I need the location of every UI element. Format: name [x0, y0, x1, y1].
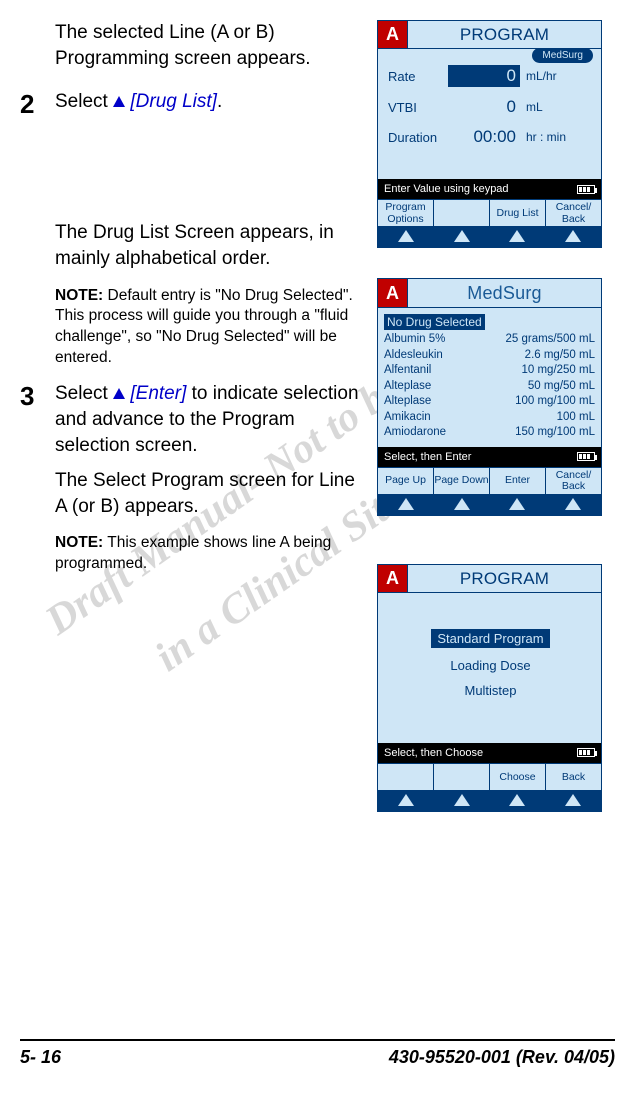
triangle-up-icon[interactable] [565, 230, 581, 242]
program-standard[interactable]: Standard Program [431, 629, 549, 648]
drug-list-reference: [Drug List] [130, 91, 217, 112]
triangle-up-icon[interactable] [565, 498, 581, 510]
step-number: 3 [20, 381, 45, 458]
instruction-text-column: The selected Line (A or B) Programming s… [20, 20, 365, 812]
note-default-entry: NOTE: Default entry is "No Drug Selected… [55, 286, 365, 370]
step2-text-pre: Select [55, 91, 113, 112]
triangle-up-icon[interactable] [454, 794, 470, 806]
softkey-program-options[interactable]: Program Options [378, 200, 434, 226]
triangle-up-icon[interactable] [454, 498, 470, 510]
drug-row[interactable]: Albumin 5%25 grams/500 mL [384, 332, 595, 348]
prompt-text: Enter Value using keypad [384, 183, 509, 195]
drug-row[interactable]: Aldesleukin2.6 mg/50 mL [384, 348, 595, 364]
softkey-page-up[interactable]: Page Up [378, 468, 434, 494]
duration-label: Duration [388, 130, 448, 145]
softkey-blank[interactable] [434, 764, 490, 790]
triangle-up-icon[interactable] [398, 794, 414, 806]
enter-reference: [Enter] [130, 383, 186, 404]
triangle-icon [113, 96, 125, 107]
prompt-text: Select, then Enter [384, 451, 471, 463]
softkey-arrow-row [378, 494, 601, 515]
step2-text-post: . [217, 91, 222, 112]
softkey-blank[interactable] [434, 200, 490, 226]
battery-icon [577, 185, 595, 194]
softkey-arrow-row [378, 226, 601, 247]
softkey-blank[interactable] [378, 764, 434, 790]
softkey-cancel-back[interactable]: Cancel/ Back [546, 468, 601, 494]
vtbi-label: VTBI [388, 100, 448, 115]
step-3: 3 Select [Enter] to indicate selection a… [20, 381, 365, 458]
paragraph-druglist-appears: The Drug List Screen appears, in mainly … [55, 220, 365, 271]
triangle-up-icon[interactable] [398, 498, 414, 510]
paragraph-line-appears: The selected Line (A or B) Programming s… [55, 20, 365, 71]
rate-value[interactable]: 0 [448, 65, 520, 87]
triangle-up-icon[interactable] [509, 498, 525, 510]
duration-row: Duration 00:00 hr : min [388, 127, 593, 147]
page-footer: 5- 16 430-95520-001 (Rev. 04/05) [20, 1039, 615, 1068]
screen-drug-list: A MedSurg No Drug Selected Albumin 5%25 … [377, 278, 602, 516]
triangle-up-icon[interactable] [454, 230, 470, 242]
triangle-up-icon[interactable] [398, 230, 414, 242]
prompt-bar: Select, then Enter [378, 447, 601, 467]
rate-unit: mL/hr [526, 69, 557, 83]
triangle-up-icon[interactable] [509, 230, 525, 242]
battery-icon [577, 748, 595, 757]
softkey-enter[interactable]: Enter [490, 468, 546, 494]
drug-row[interactable]: Amiodarone150 mg/100 mL [384, 425, 595, 441]
battery-icon [577, 452, 595, 461]
triangle-up-icon[interactable] [565, 794, 581, 806]
softkey-page-down[interactable]: Page Down [434, 468, 490, 494]
rate-label: Rate [388, 69, 448, 84]
page-number: 5- 16 [20, 1047, 61, 1068]
softkey-cancel-back[interactable]: Cancel/ Back [546, 200, 601, 226]
drug-row[interactable]: Amikacin100 mL [384, 410, 595, 426]
medsurg-tag: MedSurg [532, 48, 593, 63]
duration-unit: hr : min [526, 130, 566, 144]
line-indicator: A [378, 21, 408, 48]
step3-text-pre: Select [55, 383, 113, 404]
step-number: 2 [20, 89, 45, 120]
note-label: NOTE: [55, 287, 103, 304]
note-line-a-example: NOTE: This example shows line A being pr… [55, 533, 365, 575]
screen-title: MedSurg [408, 279, 601, 307]
triangle-up-icon[interactable] [509, 794, 525, 806]
prompt-bar: Select, then Choose [378, 743, 601, 763]
drug-row[interactable]: Alteplase50 mg/50 mL [384, 379, 595, 395]
line-indicator: A [378, 565, 408, 592]
triangle-icon [113, 388, 125, 399]
softkey-drug-list[interactable]: Drug List [490, 200, 546, 226]
drug-row[interactable]: Alteplase100 mg/100 mL [384, 394, 595, 410]
vtbi-unit: mL [526, 100, 543, 114]
softkey-choose[interactable]: Choose [490, 764, 546, 790]
step-2: 2 Select [Drug List]. [20, 89, 365, 120]
duration-value[interactable]: 00:00 [448, 127, 520, 147]
screen-title: PROGRAM [408, 565, 601, 592]
program-multistep[interactable]: Multistep [464, 683, 516, 698]
vtbi-row: VTBI 0 mL [388, 97, 593, 117]
screen-select-program: A PROGRAM Standard Program Loading Dose … [377, 564, 602, 812]
program-list: Standard Program Loading Dose Multistep [388, 629, 593, 698]
program-loading-dose[interactable]: Loading Dose [450, 658, 530, 673]
rate-row: Rate 0 mL/hr [388, 65, 593, 87]
line-indicator: A [378, 279, 408, 307]
paragraph-select-program: The Select Program screen for Line A (or… [55, 468, 365, 519]
vtbi-value[interactable]: 0 [448, 97, 520, 117]
document-id: 430-95520-001 (Rev. 04/05) [389, 1047, 615, 1068]
softkey-back[interactable]: Back [546, 764, 601, 790]
drug-list: Albumin 5%25 grams/500 mL Aldesleukin2.6… [384, 332, 595, 441]
note-label: NOTE: [55, 534, 103, 551]
screen-program-entry: A PROGRAM MedSurg Rate 0 mL/hr VTBI 0 mL… [377, 20, 602, 248]
prompt-text: Select, then Choose [384, 747, 483, 759]
no-drug-selected[interactable]: No Drug Selected [384, 314, 485, 330]
prompt-bar: Enter Value using keypad [378, 179, 601, 199]
softkey-arrow-row [378, 790, 601, 811]
screen-title: PROGRAM [408, 21, 601, 48]
drug-row[interactable]: Alfentanil10 mg/250 mL [384, 363, 595, 379]
